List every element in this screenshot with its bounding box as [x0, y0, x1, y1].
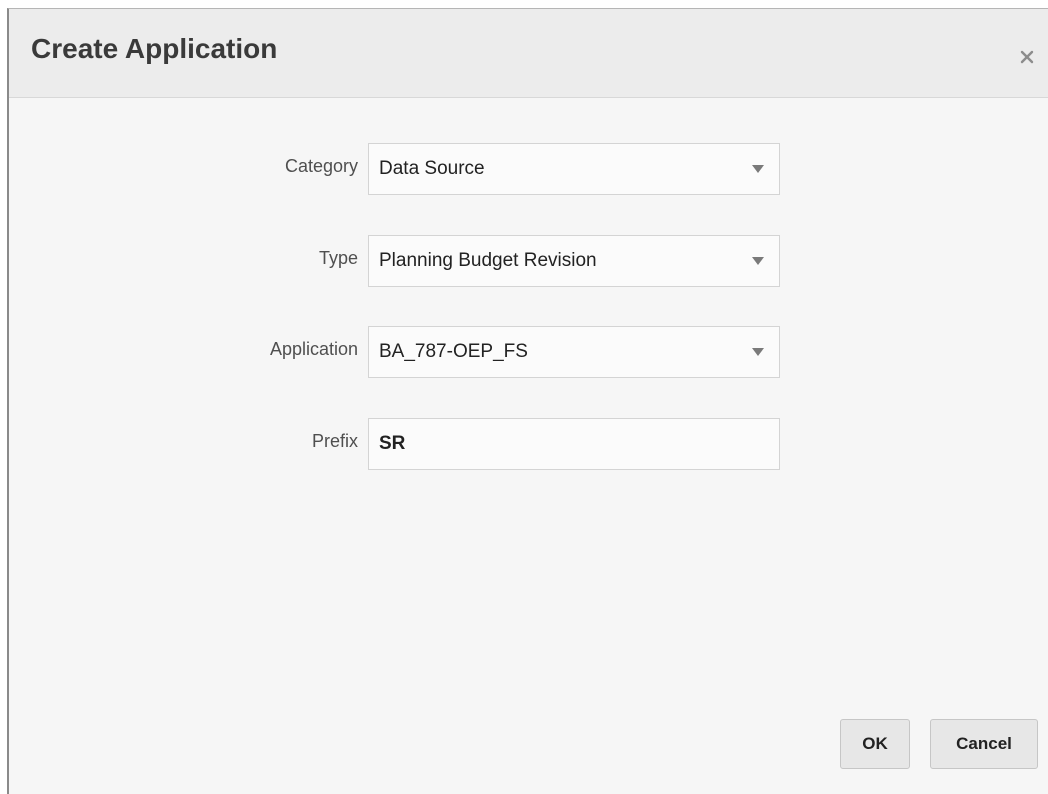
page: Create Application Category Data Source …	[0, 0, 1048, 794]
prefix-input[interactable]	[369, 419, 779, 469]
chevron-down-icon	[752, 348, 764, 356]
type-value: Planning Budget Revision	[379, 250, 597, 271]
prefix-label: Prefix	[311, 431, 358, 451]
dialog-title: Create Application	[31, 33, 278, 64]
ok-button[interactable]: OK	[840, 719, 910, 769]
chevron-down-icon	[752, 165, 764, 173]
application-select[interactable]: BA_787-OEP_FS	[368, 326, 780, 378]
category-select[interactable]: Data Source	[368, 143, 780, 195]
close-icon[interactable]	[1017, 47, 1037, 67]
dialog-header: Create Application	[9, 9, 1048, 98]
prefix-field	[368, 418, 780, 470]
cancel-button[interactable]: Cancel	[930, 719, 1038, 769]
application-value: BA_787-OEP_FS	[379, 341, 528, 362]
chevron-down-icon	[752, 257, 764, 265]
create-application-dialog: Create Application Category Data Source …	[7, 8, 1048, 794]
type-select[interactable]: Planning Budget Revision	[368, 235, 780, 287]
category-value: Data Source	[379, 158, 485, 179]
application-label: Application	[269, 339, 358, 359]
category-label: Category	[284, 156, 358, 176]
type-label: Type	[318, 248, 358, 268]
dialog-body: Category Data Source Type Planning Budge…	[9, 98, 1048, 794]
